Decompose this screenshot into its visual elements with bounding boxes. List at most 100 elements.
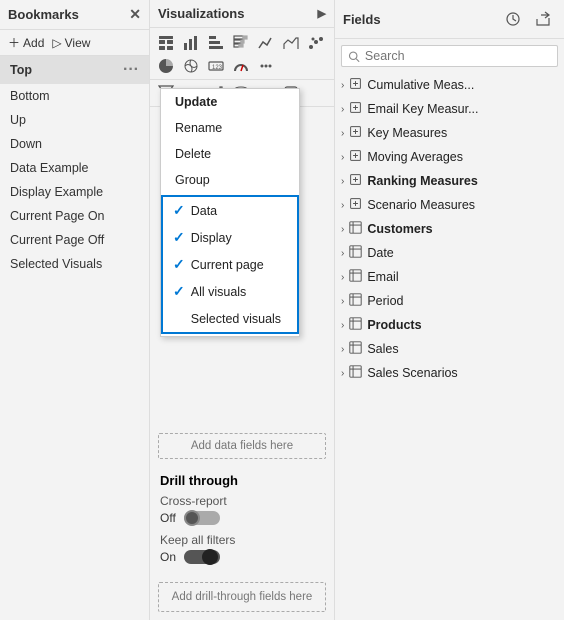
add-drillthrough-fields-box[interactable]: Add drill-through fields here xyxy=(158,582,326,612)
table-icon xyxy=(349,245,362,261)
viz-icon-stacked[interactable] xyxy=(229,32,253,54)
field-group-email[interactable]: › Email xyxy=(335,265,564,289)
field-group-ranking-measures[interactable]: › Ranking Measures xyxy=(335,169,564,193)
field-group-date[interactable]: › Date xyxy=(335,241,564,265)
measure-icon xyxy=(349,197,362,213)
visualizations-panel-title: Visualizations ▶ xyxy=(150,0,334,28)
bookmarks-panel: Bookmarks ✕ ＋ Add ▷ View Top···Bottom···… xyxy=(0,0,150,620)
measure-icon xyxy=(349,125,362,141)
viz-icon-gauge[interactable] xyxy=(229,55,253,77)
checkbox-all-visuals[interactable]: ✓ All visuals xyxy=(163,278,297,305)
chevron-right-icon: › xyxy=(341,80,344,91)
chevron-right-icon: › xyxy=(341,320,344,331)
bookmark-item-up[interactable]: Up··· xyxy=(0,108,149,132)
table-icon xyxy=(349,341,362,357)
keep-filters-toggle-thumb xyxy=(202,549,218,565)
checkbox-data[interactable]: ✓ Data xyxy=(163,197,297,224)
viz-icon-column[interactable] xyxy=(204,32,228,54)
checkbox-display[interactable]: ✓ Display xyxy=(163,224,297,251)
fields-list: › Cumulative Meas...› Email Key Measur..… xyxy=(335,73,564,620)
search-input[interactable] xyxy=(365,49,551,63)
field-group-cumulative[interactable]: › Cumulative Meas... xyxy=(335,73,564,97)
table-icon xyxy=(349,365,362,381)
context-menu-checkbox-group: ✓ Data ✓ Display ✓ Current page ✓ All vi… xyxy=(161,195,299,334)
field-group-sales[interactable]: › Sales xyxy=(335,337,564,361)
checkbox-current-page[interactable]: ✓ Current page xyxy=(163,251,297,278)
chevron-right-icon: › xyxy=(341,344,344,355)
bookmark-list: Top···Bottom···Up···Down···Data Example·… xyxy=(0,56,149,276)
field-group-key-measures[interactable]: › Key Measures xyxy=(335,121,564,145)
context-menu-group[interactable]: Group xyxy=(161,167,299,193)
viz-icon-scatter[interactable] xyxy=(304,32,328,54)
table-icon xyxy=(349,317,362,333)
table-icon xyxy=(349,221,362,237)
bookmark-item-display-example[interactable]: Display Example··· xyxy=(0,180,149,204)
viz-icon-card[interactable]: 123 xyxy=(204,55,228,77)
fields-clock-button[interactable] xyxy=(500,6,526,32)
keep-filters-toggle[interactable] xyxy=(184,550,220,564)
fields-icons xyxy=(500,6,556,32)
cross-report-toggle-thumb xyxy=(184,510,200,526)
viz-icon-more[interactable] xyxy=(254,55,278,77)
field-group-sales-scenarios[interactable]: › Sales Scenarios xyxy=(335,361,564,385)
bookmarks-close-button[interactable]: ✕ xyxy=(129,6,141,23)
cross-report-state-label: Off xyxy=(160,511,176,525)
bookmarks-panel-title: Bookmarks ✕ xyxy=(0,0,149,30)
viz-icon-table[interactable] xyxy=(154,32,178,54)
chevron-right-icon: › xyxy=(341,272,344,283)
svg-text:123: 123 xyxy=(212,65,223,71)
field-group-products[interactable]: › Products xyxy=(335,313,564,337)
bookmark-item-selected-visuals[interactable]: Selected Visuals··· xyxy=(0,252,149,276)
bookmark-item-down[interactable]: Down··· xyxy=(0,132,149,156)
viz-icon-bar[interactable] xyxy=(179,32,203,54)
chevron-right-icon: › xyxy=(341,152,344,163)
field-group-scenario-measures[interactable]: › Scenario Measures xyxy=(335,193,564,217)
measure-icon xyxy=(349,173,362,189)
chevron-right-icon: › xyxy=(341,368,344,379)
bookmark-item-current-page-on[interactable]: Current Page On··· xyxy=(0,204,149,228)
view-icon: ▷ xyxy=(52,36,61,50)
context-menu: Update Rename Delete Group ✓ Data ✓ Disp… xyxy=(160,88,300,337)
viz-icon-line[interactable] xyxy=(254,32,278,54)
check-current-page-icon: ✓ xyxy=(173,256,185,273)
viz-icon-pie[interactable] xyxy=(154,55,178,77)
check-display-icon: ✓ xyxy=(173,229,185,246)
field-group-moving-averages[interactable]: › Moving Averages xyxy=(335,145,564,169)
bookmarks-title-label: Bookmarks xyxy=(8,7,79,22)
chevron-right-icon: › xyxy=(341,224,344,235)
drill-through-section: Drill through Cross-report Off Keep all … xyxy=(150,467,334,578)
bookmarks-toolbar: ＋ Add ▷ View xyxy=(0,30,149,56)
bookmark-item-bottom[interactable]: Bottom··· xyxy=(0,84,149,108)
chevron-right-icon: › xyxy=(341,176,344,187)
bookmark-item-data-example[interactable]: Data Example··· xyxy=(0,156,149,180)
visualizations-title-label: Visualizations xyxy=(158,6,244,21)
measure-icon xyxy=(349,149,362,165)
chevron-right-icon: › xyxy=(341,128,344,139)
search-icon xyxy=(348,50,360,63)
viz-icon-map[interactable] xyxy=(179,55,203,77)
bookmarks-add-button[interactable]: ＋ Add xyxy=(8,34,44,51)
context-menu-rename[interactable]: Rename xyxy=(161,115,299,141)
context-menu-update[interactable]: Update xyxy=(161,89,299,115)
field-group-email-key[interactable]: › Email Key Measur... xyxy=(335,97,564,121)
chevron-right-icon: › xyxy=(341,296,344,307)
field-group-customers[interactable]: › Customers xyxy=(335,217,564,241)
cross-report-label: Cross-report xyxy=(160,494,324,508)
viz-icon-area[interactable] xyxy=(279,32,303,54)
table-icon xyxy=(349,269,362,285)
check-data-icon: ✓ xyxy=(173,202,185,219)
bookmark-item-top[interactable]: Top··· xyxy=(0,56,149,84)
chevron-right-icon: › xyxy=(341,248,344,259)
context-menu-delete[interactable]: Delete xyxy=(161,141,299,167)
bookmarks-view-button[interactable]: ▷ View xyxy=(52,36,90,50)
add-data-fields-box[interactable]: Add data fields here xyxy=(158,433,326,459)
cross-report-toggle[interactable] xyxy=(184,511,220,525)
visualizations-expand-icon[interactable]: ▶ xyxy=(318,7,326,20)
cross-report-toggle-row: Off xyxy=(160,511,324,525)
search-box[interactable] xyxy=(341,45,558,67)
chevron-right-icon: › xyxy=(341,104,344,115)
bookmark-item-current-page-off[interactable]: Current Page Off··· xyxy=(0,228,149,252)
field-group-period[interactable]: › Period xyxy=(335,289,564,313)
fields-share-button[interactable] xyxy=(530,6,556,32)
checkbox-selected-visuals[interactable]: ✓ Selected visuals xyxy=(163,305,297,332)
